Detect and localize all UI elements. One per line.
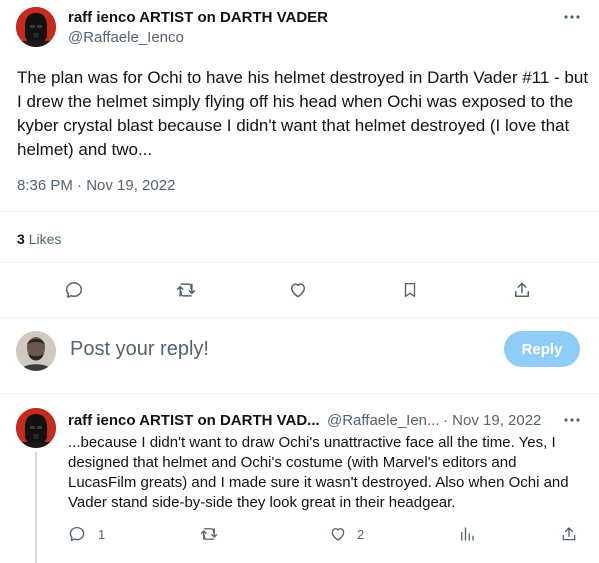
tweet-text: The plan was for Ochi to have his helmet… xyxy=(17,68,589,159)
reply-text: ...because I didn't want to draw Ochi's … xyxy=(68,434,569,511)
like-icon[interactable] xyxy=(284,276,312,304)
reply-input[interactable]: Post your reply! xyxy=(70,338,209,361)
share-icon xyxy=(562,527,576,541)
darth-vader-avatar-icon xyxy=(16,408,56,448)
author-name[interactable]: raff ienco ARTIST on DARTH VADER xyxy=(68,9,328,26)
reply-author-avatar[interactable] xyxy=(16,408,56,448)
user-photo-icon xyxy=(16,331,56,371)
reply-action[interactable]: 1 xyxy=(68,524,105,544)
like-count: 2 xyxy=(357,526,365,542)
author-avatar[interactable] xyxy=(16,7,56,47)
user-avatar[interactable] xyxy=(16,331,56,371)
likes-count: 3 xyxy=(17,231,25,247)
likes-link[interactable]: 3 Likes xyxy=(17,231,61,247)
retweet-icon xyxy=(200,528,218,540)
retweet-action[interactable] xyxy=(199,524,219,544)
share-action[interactable] xyxy=(560,524,578,544)
reply-icon xyxy=(69,526,85,542)
reply-button[interactable]: Reply xyxy=(504,331,580,367)
divider xyxy=(0,393,599,394)
darth-vader-avatar-icon xyxy=(16,7,56,47)
more-options-icon[interactable] xyxy=(562,7,582,27)
divider xyxy=(0,317,599,318)
reply-author-name[interactable]: raff ienco ARTIST on DARTH VAD... xyxy=(68,412,320,429)
like-icon xyxy=(331,528,345,541)
thread-line xyxy=(35,452,37,563)
reply-count: 1 xyxy=(98,526,106,542)
reply-author-handle[interactable]: @Raffaele_Ien... xyxy=(327,412,440,429)
reply-date[interactable]: · Nov 19, 2022 xyxy=(443,412,541,429)
views-action[interactable] xyxy=(458,524,476,544)
bookmark-icon[interactable] xyxy=(396,276,424,304)
like-action[interactable]: 2 xyxy=(329,524,364,544)
divider xyxy=(0,211,599,212)
views-icon xyxy=(461,527,474,541)
share-icon[interactable] xyxy=(508,276,536,304)
reply-icon[interactable] xyxy=(60,276,88,304)
likes-label: Likes xyxy=(28,231,62,247)
tweet-timestamp[interactable]: 8:36 PM · Nov 19, 2022 xyxy=(17,177,175,194)
more-options-icon[interactable] xyxy=(562,410,582,430)
divider xyxy=(0,262,599,263)
retweet-icon[interactable] xyxy=(172,276,200,304)
author-handle[interactable]: @Raffaele_Ienco xyxy=(68,29,184,46)
